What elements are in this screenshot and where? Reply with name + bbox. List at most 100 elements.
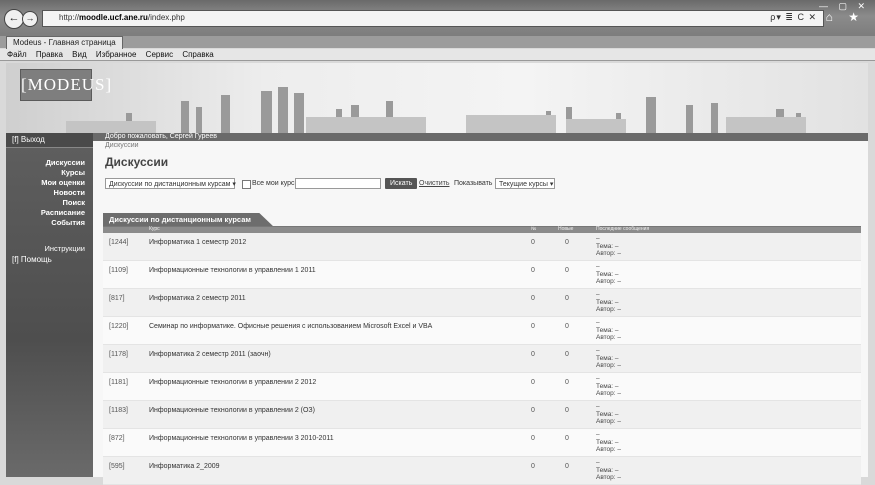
topic-count: 0: [531, 323, 535, 330]
menu-tools[interactable]: Сервис: [146, 50, 173, 59]
table-row[interactable]: [1109] Информационные технологии в управ…: [103, 261, 861, 289]
course-link[interactable]: Информационные технологии в управлении 1…: [149, 267, 316, 274]
course-link[interactable]: Информатика 1 семестр 2012: [149, 239, 246, 246]
col-header-course[interactable]: Курс: [149, 226, 160, 232]
sidebar-item-news[interactable]: Новости: [6, 188, 93, 198]
main-content: Добро пожаловать, Сергей Гуреев Дискусси…: [93, 133, 868, 485]
col-header-last-posts[interactable]: Последние сообщения: [596, 226, 649, 232]
address-tools[interactable]: ρ▾ ≣ C ✕: [770, 12, 817, 23]
last-post: – Тема: – Автор: –: [596, 235, 622, 257]
home-favorites-icon[interactable]: ⌂ ★: [826, 10, 865, 24]
course-id: [872]: [109, 435, 125, 442]
web-page: [MODEUS] [f] Выход Дискуссии Курсы Мои о…: [6, 63, 868, 485]
search-input[interactable]: [295, 178, 381, 189]
course-link[interactable]: Семинар по информатике. Офисные решения …: [149, 323, 432, 330]
forward-button[interactable]: →: [22, 11, 38, 27]
menu-favorites[interactable]: Избранное: [96, 50, 137, 59]
menu-bar: Файл Правка Вид Избранное Сервис Справка: [0, 49, 875, 61]
new-count: 0: [565, 267, 569, 274]
new-count: 0: [565, 351, 569, 358]
sidebar-item-schedule[interactable]: Расписание: [6, 208, 93, 218]
course-id: [1181]: [109, 379, 128, 386]
course-id: [1109]: [109, 267, 128, 274]
last-post: – Тема: – Автор: –: [596, 403, 622, 425]
col-header-number[interactable]: №: [531, 226, 536, 232]
sidebar-item-events[interactable]: События: [6, 218, 93, 228]
page-title: Дискуссии: [105, 155, 169, 169]
course-link[interactable]: Информационные технологии в управлении 2…: [149, 379, 316, 386]
show-select[interactable]: Текущие курсы ▾: [495, 178, 555, 189]
last-post: – Тема: – Автор: –: [596, 375, 622, 397]
new-count: 0: [565, 323, 569, 330]
course-id: [1220]: [109, 323, 129, 330]
topic-count: 0: [531, 351, 535, 358]
course-link[interactable]: Информационные технологии в управлении 3…: [149, 435, 334, 442]
logout-link[interactable]: [f] Выход: [6, 133, 93, 148]
last-post: – Тема: – Автор: –: [596, 459, 622, 481]
table-row[interactable]: [817] Информатика 2 семестр 2011 0 0 – Те…: [103, 289, 861, 317]
topic-count: 0: [531, 379, 535, 386]
course-link[interactable]: Информационные технологии в управлении 2…: [149, 407, 315, 414]
url-text: http://moodle.ucf.ane.ru/index.php: [59, 13, 185, 22]
menu-help[interactable]: Справка: [182, 50, 213, 59]
new-count: 0: [565, 239, 569, 246]
breadcrumb[interactable]: Дискуссии: [105, 142, 139, 149]
new-count: 0: [565, 435, 569, 442]
last-post: – Тема: – Автор: –: [596, 263, 622, 285]
sidebar-item-search[interactable]: Поиск: [6, 198, 93, 208]
course-link[interactable]: Информатика 2 семестр 2011: [149, 295, 246, 302]
sidebar-item-instructions[interactable]: Инструкции: [6, 244, 93, 254]
show-label: Показывать: [454, 180, 493, 187]
topic-count: 0: [531, 463, 535, 470]
sidebar-item-courses[interactable]: Курсы: [6, 168, 93, 178]
sidebar: [f] Выход Дискуссии Курсы Мои оценки Нов…: [6, 133, 93, 477]
table-row[interactable]: [1244] Информатика 1 семестр 2012 0 0 – Т…: [103, 233, 861, 261]
last-post: – Тема: – Автор: –: [596, 347, 622, 369]
table-row[interactable]: [1178] Информатика 2 семестр 2011 (заочн…: [103, 345, 861, 373]
section-title-tab: Дискуссии по дистанционным курсам: [103, 213, 273, 226]
table-row[interactable]: [1183] Информационные технологии в управ…: [103, 401, 861, 429]
course-id: [595]: [109, 463, 125, 470]
menu-file[interactable]: Файл: [7, 50, 27, 59]
last-post: – Тема: – Автор: –: [596, 431, 622, 453]
welcome-bar: Добро пожаловать, Сергей Гуреев: [93, 133, 868, 141]
course-id: [1244]: [109, 239, 129, 246]
course-id: [817]: [109, 295, 125, 302]
tab-modeus[interactable]: Modeus - Главная страница: [6, 36, 123, 49]
course-link[interactable]: Информатика 2_2009: [149, 463, 220, 470]
my-courses-checkbox[interactable]: [242, 180, 251, 189]
clear-link[interactable]: Очистить: [419, 178, 449, 190]
topic-count: 0: [531, 239, 535, 246]
course-id: [1178]: [109, 351, 128, 358]
topic-count: 0: [531, 267, 535, 274]
discussion-table: [1244] Информатика 1 семестр 2012 0 0 – Т…: [103, 233, 861, 485]
city-skyline-illustration: [66, 87, 806, 133]
site-banner: [MODEUS]: [6, 63, 868, 133]
forward-arrow-icon: →: [25, 13, 35, 23]
address-bar[interactable]: http://moodle.ucf.ane.ru/index.php ρ▾ ≣ …: [42, 10, 824, 27]
help-link[interactable]: [f] Помощь: [6, 255, 52, 264]
topic-count: 0: [531, 407, 535, 414]
table-row[interactable]: [1181] Информационные технологии в управ…: [103, 373, 861, 401]
topic-count: 0: [531, 295, 535, 302]
col-header-new[interactable]: Новые: [558, 226, 573, 232]
menu-view[interactable]: Вид: [72, 50, 86, 59]
back-button[interactable]: ←: [4, 9, 24, 29]
new-count: 0: [565, 379, 569, 386]
new-count: 0: [565, 463, 569, 470]
topic-count: 0: [531, 435, 535, 442]
sidebar-item-grades[interactable]: Мои оценки: [6, 178, 93, 188]
last-post: – Тема: – Автор: –: [596, 319, 622, 341]
course-link[interactable]: Информатика 2 семестр 2011 (заочн): [149, 351, 271, 358]
tab-bar: Modeus - Главная страница: [0, 36, 875, 49]
search-button[interactable]: Искать: [385, 178, 418, 189]
course-id: [1183]: [109, 407, 128, 414]
menu-edit[interactable]: Правка: [36, 50, 63, 59]
table-row[interactable]: [872] Информационные технологии в управл…: [103, 429, 861, 457]
table-row[interactable]: [1220] Семинар по информатике. Офисные р…: [103, 317, 861, 345]
course-type-select[interactable]: Дискуссии по дистанционным курсам ▾: [105, 178, 236, 189]
sidebar-item-discussions[interactable]: Дискуссии: [6, 158, 93, 168]
browser-titlebar: ← → http://moodle.ucf.ane.ru/index.php ρ…: [0, 0, 875, 40]
table-row[interactable]: [595] Информатика 2_2009 0 0 – Тема: – Авт…: [103, 457, 861, 485]
last-post: – Тема: – Автор: –: [596, 291, 622, 313]
